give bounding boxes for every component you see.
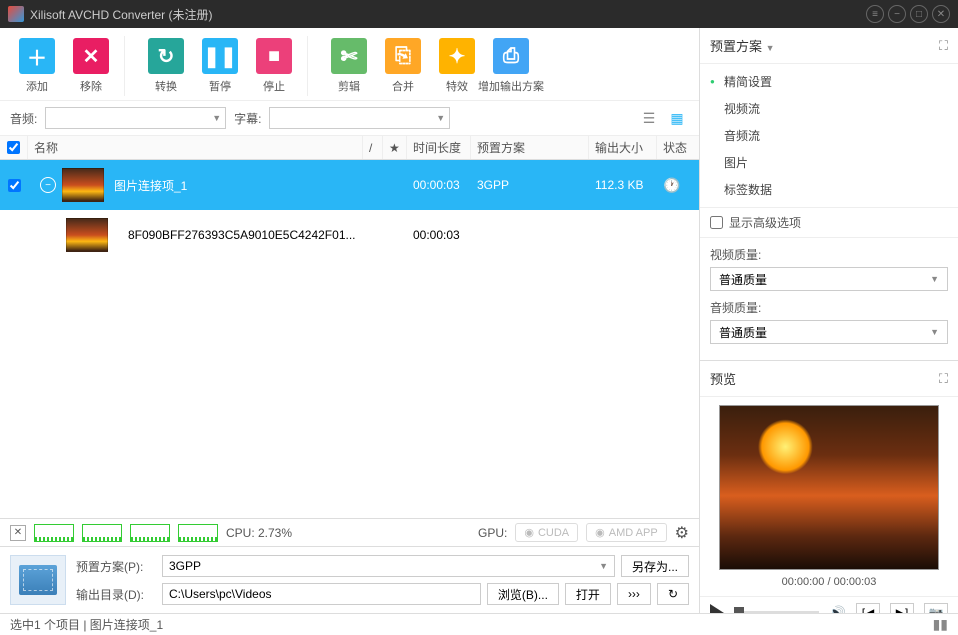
advanced-checkbox[interactable]	[710, 216, 723, 229]
audio-label: 音频:	[10, 110, 37, 127]
row-checkbox[interactable]	[8, 179, 21, 192]
sort-icon[interactable]: /	[363, 136, 383, 159]
expand-icon[interactable]: ⛶	[939, 371, 948, 387]
browse-button[interactable]: 浏览(B)...	[487, 583, 559, 605]
maximize-button[interactable]: □	[910, 5, 928, 23]
thumbnail	[66, 218, 108, 252]
performance-bar: ✕ CPU: 2.73% GPU: ◉ CUDA ◉ AMD APP ⚙	[0, 518, 699, 546]
video-quality-dropdown[interactable]: 普通质量▼	[710, 267, 948, 291]
close-perf-icon[interactable]: ✕	[10, 525, 26, 541]
audio-dropdown[interactable]: ▼	[45, 107, 226, 129]
audio-quality-label: 音频质量:	[710, 299, 948, 316]
file-list: − 图片连接项_1 00:00:03 3GPP 112.3 KB 🕐 8F090…	[0, 160, 699, 518]
collapse-icon[interactable]: −	[40, 177, 56, 193]
statusbar: 选中1 个项目 | 图片连接项_1 ▮▮	[0, 613, 958, 635]
more-button[interactable]: ›››	[617, 583, 651, 605]
gpu-label: GPU:	[478, 526, 507, 540]
col-time[interactable]: 时间长度	[407, 136, 471, 159]
saveas-button[interactable]: 另存为...	[621, 555, 689, 577]
row-time: 00:00:03	[407, 228, 471, 242]
preset-label: 预置方案(P):	[76, 558, 156, 575]
add-output-button[interactable]: ⎙增加输出方案	[486, 36, 536, 96]
cuda-chip[interactable]: ◉ CUDA	[515, 523, 578, 542]
subtitle-dropdown[interactable]: ▼	[269, 107, 450, 129]
list-view-icon[interactable]: ☰	[637, 108, 661, 128]
col-size[interactable]: 输出大小	[589, 136, 657, 159]
advanced-label: 显示高级选项	[729, 214, 801, 231]
menu-button[interactable]: ≡	[866, 5, 884, 23]
col-preset[interactable]: 预置方案	[471, 136, 589, 159]
row-preset: 3GPP	[471, 178, 589, 192]
pause-button[interactable]: ❚❚暂停	[195, 36, 245, 96]
preset-item-video[interactable]: 视频流	[700, 95, 958, 122]
dir-label: 输出目录(D):	[76, 586, 156, 603]
output-panel: 预置方案(P): 3GPP▼ 另存为... 输出目录(D): C:\Users\…	[0, 546, 699, 613]
minimize-button[interactable]: −	[888, 5, 906, 23]
preview-image	[719, 405, 939, 570]
effect-button[interactable]: ✦特效	[432, 36, 482, 96]
video-quality-label: 视频质量:	[710, 246, 948, 263]
history-button[interactable]: ↻	[657, 583, 689, 605]
amd-chip[interactable]: ◉ AMD APP	[586, 523, 667, 542]
cpu-label: CPU: 2.73%	[226, 526, 292, 540]
filter-row: 音频: ▼ 字幕: ▼ ☰ ▦	[0, 101, 699, 136]
right-panel: 预置方案 ▼ ⛶ 精简设置 视频流 音频流 图片 标签数据 显示高级选项 视频质…	[700, 28, 958, 613]
preset-item-image[interactable]: 图片	[700, 149, 958, 176]
row-size: 112.3 KB	[589, 178, 657, 192]
preview-time: 00:00:00 / 00:00:03	[782, 576, 877, 588]
table-row[interactable]: − 图片连接项_1 00:00:03 3GPP 112.3 KB 🕐	[0, 160, 699, 210]
cpu-graph	[34, 524, 74, 542]
row-name: 8F090BFF276393C5A9010E5C4242F01...	[128, 228, 356, 242]
cpu-graph	[130, 524, 170, 542]
remove-button[interactable]: ✕移除	[66, 36, 116, 96]
status-text: 选中1 个项目 | 图片连接项_1	[10, 616, 163, 633]
stop-button[interactable]: ■停止	[249, 36, 299, 96]
preview-header: 预览 ⛶	[700, 360, 958, 397]
preview-area: 00:00:00 / 00:00:03	[700, 397, 958, 596]
col-status[interactable]: 状态	[657, 136, 699, 159]
col-star[interactable]: ★	[383, 136, 407, 159]
preset-item-simple[interactable]: 精简设置	[700, 68, 958, 95]
cpu-graph	[82, 524, 122, 542]
table-row[interactable]: 8F090BFF276393C5A9010E5C4242F01... 00:00…	[0, 210, 699, 260]
titlebar: Xilisoft AVCHD Converter (未注册) ≡ − □ ✕	[0, 0, 958, 28]
close-button[interactable]: ✕	[932, 5, 950, 23]
panel-toggle-icon[interactable]: ▮▮	[933, 616, 948, 633]
grid-view-icon[interactable]: ▦	[665, 108, 689, 128]
convert-button[interactable]: ↻转换	[141, 36, 191, 96]
left-panel: ＋添加 ✕移除 ↻转换 ❚❚暂停 ■停止 ✄剪辑 ⎘合并 ✦特效 ⎙增加输出方案…	[0, 28, 700, 613]
window-title: Xilisoft AVCHD Converter (未注册)	[30, 6, 866, 23]
gear-icon[interactable]: ⚙	[675, 523, 689, 543]
add-button[interactable]: ＋添加	[12, 36, 62, 96]
expand-icon[interactable]: ⛶	[939, 38, 948, 54]
preset-item-audio[interactable]: 音频流	[700, 122, 958, 149]
preset-list: 精简设置 视频流 音频流 图片 标签数据	[700, 64, 958, 208]
cpu-graph	[178, 524, 218, 542]
col-name[interactable]: 名称	[28, 136, 363, 159]
select-all-checkbox[interactable]	[7, 141, 20, 154]
table-header: 名称 / ★ 时间长度 预置方案 输出大小 状态	[0, 136, 699, 160]
row-name: 图片连接项_1	[114, 177, 187, 194]
preset-item-tags[interactable]: 标签数据	[700, 176, 958, 203]
clock-icon: 🕐	[663, 177, 680, 194]
thumbnail	[62, 168, 104, 202]
merge-button[interactable]: ⎘合并	[378, 36, 428, 96]
toolbar: ＋添加 ✕移除 ↻转换 ❚❚暂停 ■停止 ✄剪辑 ⎘合并 ✦特效 ⎙增加输出方案	[0, 28, 699, 101]
app-icon	[8, 6, 24, 22]
preset-select[interactable]: 3GPP▼	[162, 555, 615, 577]
subtitle-label: 字幕:	[234, 110, 261, 127]
open-button[interactable]: 打开	[565, 583, 611, 605]
row-time: 00:00:03	[407, 178, 471, 192]
preset-header: 预置方案 ▼ ⛶	[700, 28, 958, 64]
chevron-down-icon[interactable]: ▼	[766, 43, 775, 53]
audio-quality-dropdown[interactable]: 普通质量▼	[710, 320, 948, 344]
format-icon	[10, 555, 66, 605]
dir-input[interactable]: C:\Users\pc\Videos	[162, 583, 481, 605]
clip-button[interactable]: ✄剪辑	[324, 36, 374, 96]
